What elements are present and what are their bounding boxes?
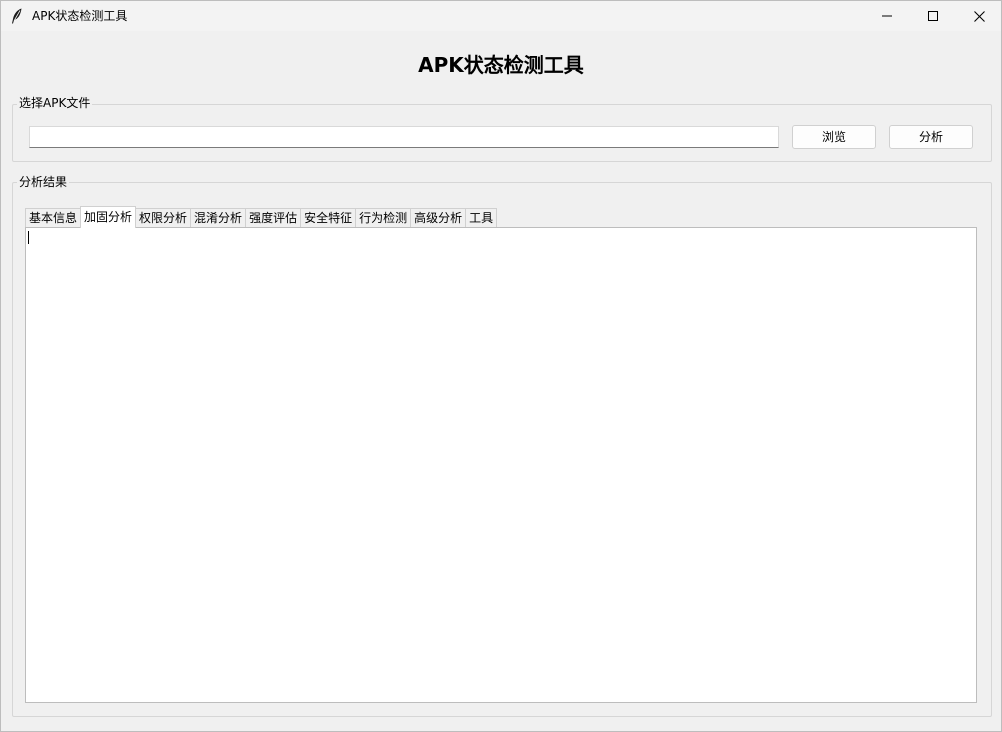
tab-obfuscation-analysis[interactable]: 混淆分析	[190, 208, 247, 228]
tab-permission-analysis[interactable]: 权限分析	[135, 208, 192, 228]
tab-tools[interactable]: 工具	[465, 208, 498, 228]
apk-path-input[interactable]	[29, 126, 779, 148]
minimize-button[interactable]	[864, 1, 910, 31]
title-bar[interactable]: APK状态检测工具	[1, 1, 1001, 31]
tab-strength-assessment[interactable]: 强度评估	[245, 208, 302, 228]
tab-advanced-analysis[interactable]: 高级分析	[410, 208, 467, 228]
minimize-icon	[882, 15, 892, 17]
text-cursor	[28, 231, 29, 244]
results-text-area[interactable]	[25, 227, 977, 703]
file-select-group-label: 选择APK文件	[17, 96, 93, 110]
close-button[interactable]	[956, 1, 1002, 31]
app-window: APK状态检测工具 APK状态检测工具 选择APK文件 浏览 分析 分析结果 基…	[0, 0, 1002, 732]
maximize-button[interactable]	[910, 1, 956, 31]
tab-behavior-detection[interactable]: 行为检测	[355, 208, 412, 228]
tab-basic-info[interactable]: 基本信息	[25, 208, 82, 228]
browse-button[interactable]: 浏览	[792, 125, 876, 149]
close-icon	[973, 10, 985, 22]
results-group-label: 分析结果	[17, 175, 70, 189]
feather-icon	[11, 8, 23, 24]
maximize-icon	[928, 11, 938, 21]
window-title: APK状态检测工具	[32, 9, 128, 23]
tab-security-features[interactable]: 安全特征	[300, 208, 357, 228]
results-tab-bar: 基本信息 加固分析 权限分析 混淆分析 强度评估 安全特征 行为检测 高级分析 …	[25, 206, 498, 228]
page-title: APK状态检测工具	[418, 53, 584, 77]
analyze-button[interactable]: 分析	[889, 125, 973, 149]
tab-hardening-analysis[interactable]: 加固分析	[80, 206, 137, 228]
